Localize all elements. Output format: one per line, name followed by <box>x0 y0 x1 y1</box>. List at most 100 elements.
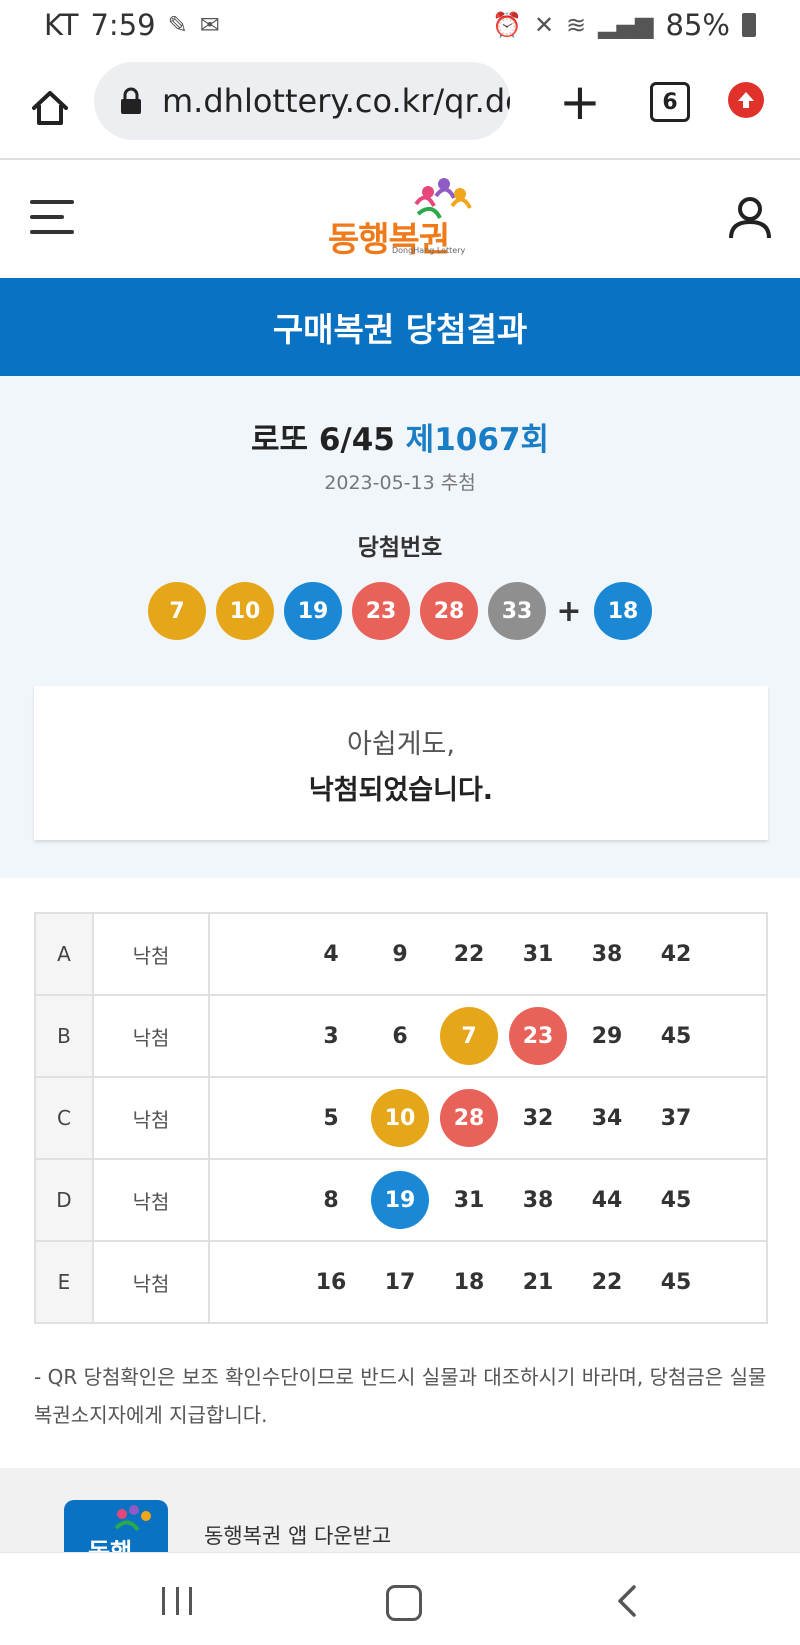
result-message-box: 아쉽게도, 낙첨되었습니다. <box>34 686 768 840</box>
recents-icon <box>175 1587 179 1615</box>
tab-switcher-button[interactable]: 6 <box>650 82 690 122</box>
winning-ball: 28 <box>420 582 478 640</box>
mute-icon: ✕ <box>533 11 555 39</box>
ticket-number: 3 <box>323 1023 339 1049</box>
wifi-icon: ≋ <box>566 11 587 39</box>
logo-subtitle: DongHang Lottery <box>392 246 466 255</box>
home-icon <box>32 91 68 125</box>
menu-button[interactable] <box>30 200 74 234</box>
ticket-status: 낙첨 <box>92 1158 210 1242</box>
ticket-number: 4 <box>323 941 339 967</box>
ticket-number: 8 <box>323 1187 339 1213</box>
site-header: 동행복권 DongHang Lottery <box>0 160 800 278</box>
battery-icon <box>742 13 756 37</box>
system-nav-bar <box>0 1552 800 1645</box>
browser-toolbar: m.dhlottery.co.kr/qr.do + 6 <box>0 58 800 160</box>
mail-icon: ✉ <box>199 11 220 39</box>
table-row: D 낙첨 8 19 31 38 44 45 <box>34 1158 768 1242</box>
recents-button[interactable] <box>162 1587 192 1615</box>
ticket-number: 16 <box>315 1269 347 1295</box>
matched-ticket-number: 19 <box>371 1171 429 1229</box>
ticket-number: 17 <box>384 1269 416 1295</box>
ticket-number: 42 <box>660 941 692 967</box>
winning-ball: 19 <box>284 582 342 640</box>
winning-ball: 23 <box>352 582 410 640</box>
app-download-banner[interactable]: 동행 동행복권 앱 다운받고 <box>0 1468 800 1552</box>
table-row: B 낙첨 3 6 7 23 29 45 <box>34 994 768 1078</box>
ticket-number: 21 <box>522 1269 554 1295</box>
result-message-line2: 낙첨되었습니다. <box>308 775 494 806</box>
winning-ball: 10 <box>216 582 274 640</box>
tab-count: 6 <box>662 89 678 115</box>
ticket-number: 45 <box>660 1269 692 1295</box>
lock-icon <box>120 86 142 116</box>
ticket-number: 18 <box>453 1269 485 1295</box>
ticket-numbers-cell: 3 6 7 23 29 45 <box>208 994 768 1078</box>
draw-round: 제1067회 <box>405 422 549 458</box>
table-row: A 낙첨 4 9 22 31 38 42 <box>34 912 768 996</box>
battery-percent: 85% <box>665 8 730 42</box>
ticket-letter: A <box>34 912 94 996</box>
ticket-letter: B <box>34 994 94 1078</box>
ticket-numbers-cell: 5 10 28 32 34 37 <box>208 1076 768 1160</box>
matched-ticket-number: 28 <box>440 1089 498 1147</box>
ticket-letter: C <box>34 1076 94 1160</box>
ticket-letter: D <box>34 1158 94 1242</box>
ticket-number: 22 <box>591 1269 623 1295</box>
system-home-button[interactable] <box>386 1585 422 1621</box>
arrow-up-icon <box>738 92 754 108</box>
url-text: m.dhlottery.co.kr/qr.do <box>162 82 510 120</box>
ticket-number: 32 <box>522 1105 554 1131</box>
app-banner-text: 동행복권 앱 다운받고 <box>204 1524 392 1548</box>
qr-notice: - QR 당첨확인은 보조 확인수단이므로 반드시 실물과 대조하시기 바라며,… <box>34 1365 767 1427</box>
winning-ball: 7 <box>148 582 206 640</box>
address-bar[interactable]: m.dhlottery.co.kr/qr.do <box>94 62 510 140</box>
ticket-number: 29 <box>591 1023 623 1049</box>
status-bar: KT 7:59 ✎ ✉ ⏰ ✕ ≋ ▂▄▆ 85% <box>0 0 800 50</box>
ticket-number: 31 <box>522 941 554 967</box>
home-button[interactable] <box>22 80 78 136</box>
ticket-status: 낙첨 <box>92 912 210 996</box>
status-right: ⏰ ✕ ≋ ▂▄▆ 85% <box>492 8 756 42</box>
ticket-number: 45 <box>660 1187 692 1213</box>
menu-line-icon <box>30 215 64 219</box>
draw-result-panel: 로또 6/45 제1067회 2023-05-13 추첨 당첨번호 7 10 1… <box>0 376 800 878</box>
ticket-table: A 낙첨 4 9 22 31 38 42 B 낙첨 3 6 7 23 29 45 <box>34 912 768 1324</box>
pill-icon: ✎ <box>167 11 188 39</box>
matched-ticket-number: 23 <box>509 1007 567 1065</box>
back-icon <box>618 1585 636 1617</box>
matched-ticket-number: 7 <box>440 1007 498 1065</box>
site-logo[interactable]: 동행복권 DongHang Lottery <box>322 174 482 260</box>
carrier: KT <box>44 8 79 42</box>
ticket-status: 낙첨 <box>92 1240 210 1324</box>
back-button[interactable] <box>612 1583 642 1619</box>
table-row: C 낙첨 5 10 28 32 34 37 <box>34 1076 768 1160</box>
ticket-number: 5 <box>323 1105 339 1131</box>
ticket-number: 6 <box>392 1023 408 1049</box>
recents-icon <box>189 1587 192 1615</box>
update-button[interactable] <box>728 82 764 118</box>
ticket-number: 44 <box>591 1187 623 1213</box>
bonus-ball: 18 <box>594 582 652 640</box>
ticket-number: 45 <box>660 1023 692 1049</box>
page-title: 구매복권 당첨결과 <box>272 310 528 349</box>
game-name: 로또 6/45 <box>251 422 395 458</box>
signal-icon: ▂▄▆ <box>598 11 654 39</box>
new-tab-button[interactable]: + <box>552 73 608 131</box>
recents-icon <box>162 1587 165 1615</box>
winning-ball: 33 <box>488 582 546 640</box>
app-icon: 동행 <box>64 1500 168 1552</box>
menu-line-icon <box>30 230 74 234</box>
user-button[interactable] <box>726 194 774 242</box>
ticket-number: 38 <box>591 941 623 967</box>
ticket-status: 낙첨 <box>92 1076 210 1160</box>
page-title-bar: 구매복권 당첨결과 <box>0 278 800 376</box>
status-left: KT 7:59 ✎ ✉ <box>44 8 220 42</box>
ticket-numbers-cell: 4 9 22 31 38 42 <box>208 912 768 996</box>
draw-title: 로또 6/45 제1067회 <box>0 414 800 459</box>
plus-icon: + <box>559 73 601 131</box>
ticket-number: 34 <box>591 1105 623 1131</box>
ticket-status: 낙첨 <box>92 994 210 1078</box>
clock: 7:59 <box>90 8 156 42</box>
ticket-number: 38 <box>522 1187 554 1213</box>
